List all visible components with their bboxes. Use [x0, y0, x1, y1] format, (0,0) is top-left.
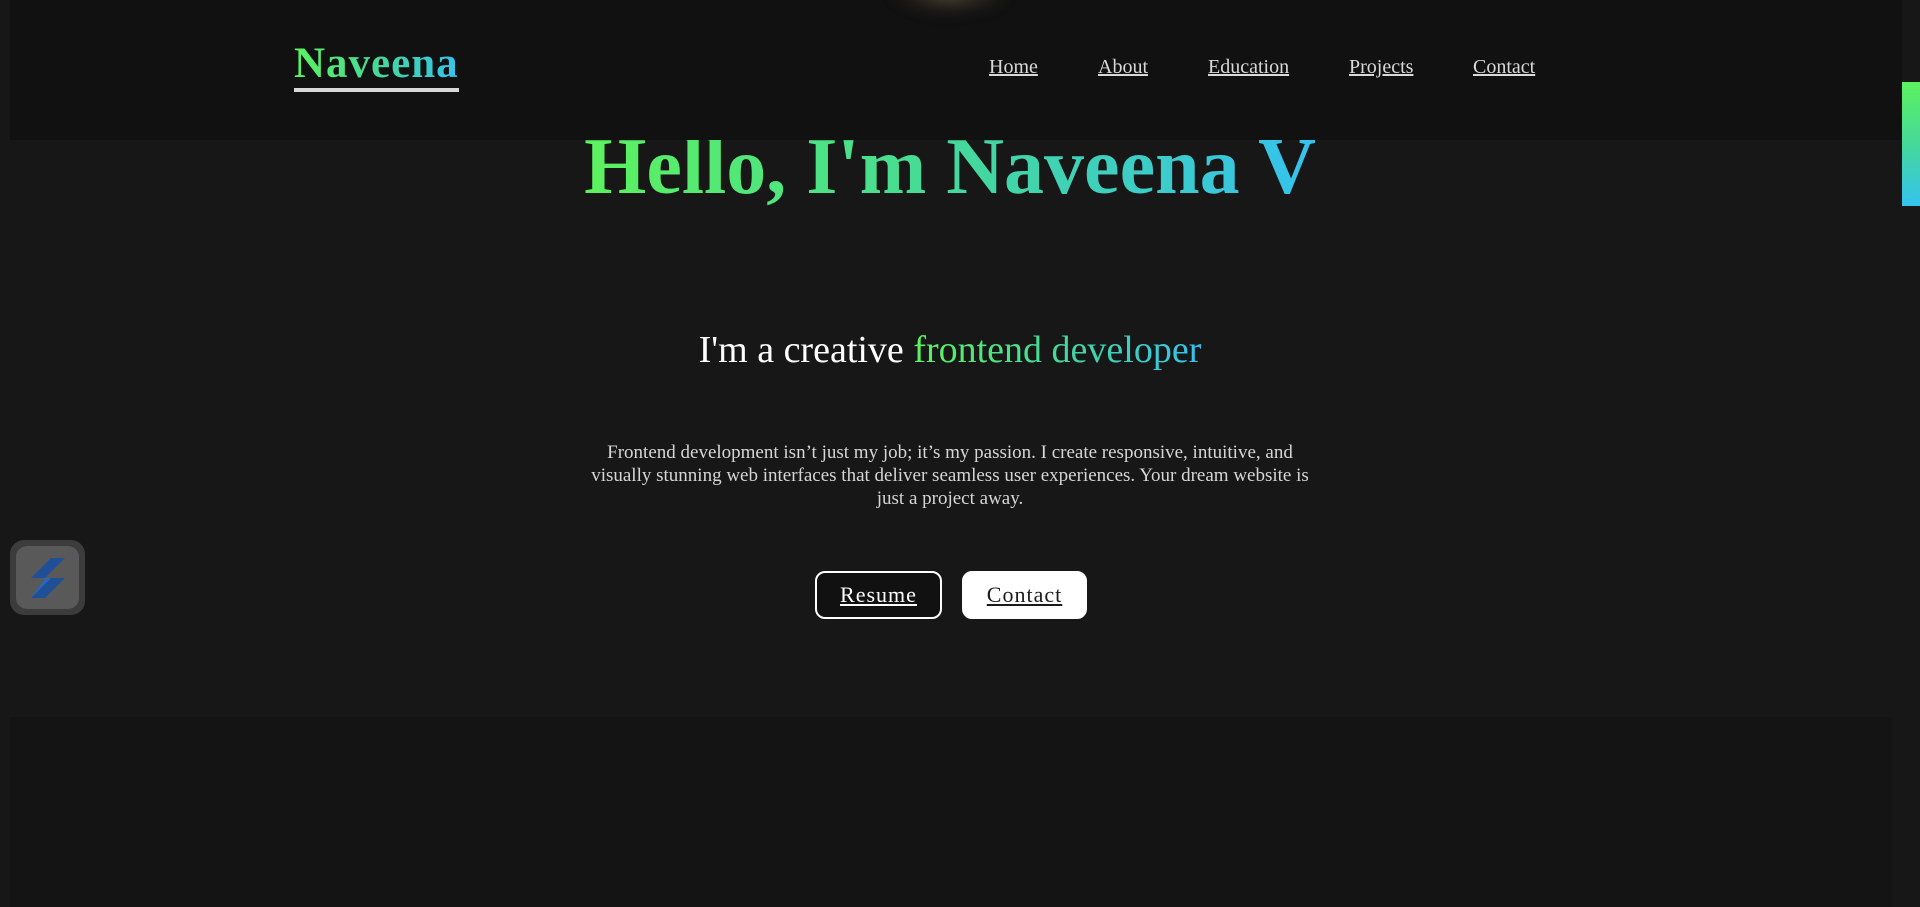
hero-description: Frontend development isn’t just my job; … — [591, 442, 1309, 509]
nav-link-education[interactable]: Education — [1208, 56, 1289, 79]
nav-link-home[interactable]: Home — [989, 56, 1038, 79]
hero-subtitle: I'm a creative frontend developer — [0, 328, 1900, 372]
stacked-s-logo-icon — [30, 557, 65, 598]
site-logo[interactable]: Naveena — [294, 42, 459, 92]
resume-button[interactable]: Resume — [815, 571, 942, 619]
page: Naveena Home About Education Projects Co… — [0, 0, 1920, 907]
floating-widget-inner — [16, 546, 79, 609]
floating-widget-button[interactable] — [10, 540, 85, 615]
navbar: Naveena Home About Education Projects Co… — [10, 0, 1902, 140]
scroll-progress-indicator — [1902, 82, 1920, 206]
nav-link-contact[interactable]: Contact — [1473, 56, 1535, 79]
nav-link-about[interactable]: About — [1098, 56, 1148, 79]
next-section — [10, 717, 1892, 907]
contact-button[interactable]: Contact — [962, 571, 1087, 619]
nav-link-projects[interactable]: Projects — [1349, 56, 1413, 79]
hero-subtitle-highlight: frontend developer — [913, 329, 1202, 371]
hero-subtitle-prefix: I'm a creative — [698, 329, 914, 371]
